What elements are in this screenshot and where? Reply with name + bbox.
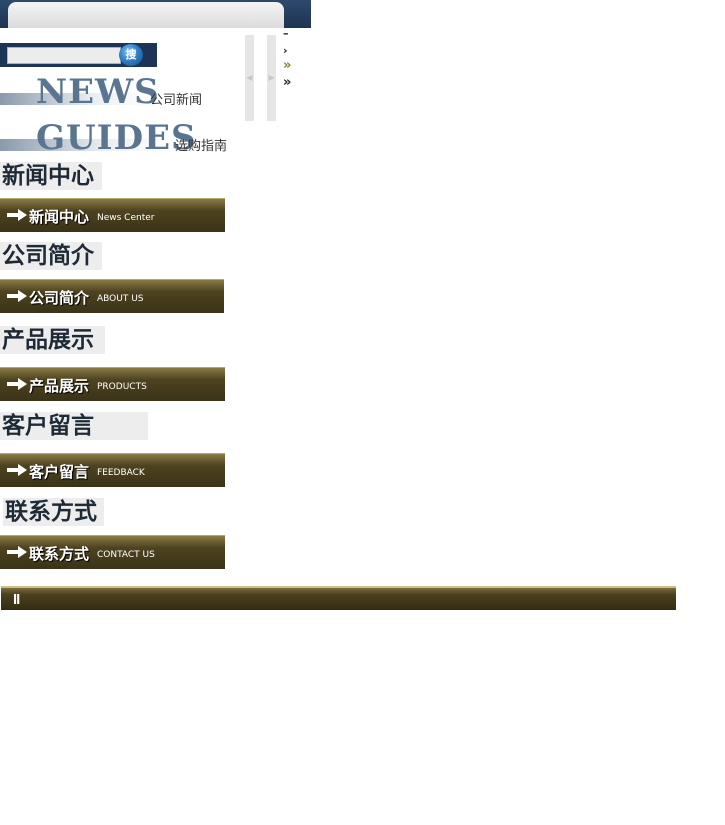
guides-heading-subtitle[interactable]: 选购指南 <box>175 135 227 154</box>
section-bar-label: 客户留言 <box>29 463 90 481</box>
side-link-2[interactable]: › <box>283 44 288 57</box>
section-title-about-us: 公司简介 <box>0 242 102 270</box>
section-bar-feedback[interactable]: 客户留言 FEEDBACK <box>0 453 225 487</box>
news-heading-word: NEWS <box>36 72 160 112</box>
news-heading-subtitle[interactable]: 公司新闻 <box>150 89 202 108</box>
section-bar-news-center[interactable]: 新闻中心 News Center <box>0 198 225 232</box>
section-title-contact-us: 联系方式 <box>3 498 104 526</box>
section-bar-contact-us[interactable]: 联系方式 CONTACT US <box>0 535 225 569</box>
guides-heading-word: GUIDES <box>36 118 197 158</box>
footer-bar <box>1 586 676 610</box>
top-navigation-tab[interactable] <box>8 2 284 28</box>
section-bar-label: 新闻中心 <box>29 208 90 226</box>
chevron-left-icon: ◀ <box>246 73 253 82</box>
arrow-right-icon <box>7 464 27 476</box>
footer-mark: ǁ <box>13 592 21 605</box>
section-bar-label: 公司简介 <box>29 289 90 307</box>
section-bar-label: 联系方式 <box>29 545 90 563</box>
side-link-1[interactable]: – <box>283 27 289 40</box>
arrow-right-icon <box>7 290 27 302</box>
section-title-feedback: 客户留言 <box>0 412 148 440</box>
scroll-left-button[interactable]: ◀ <box>245 35 254 121</box>
scroll-right-button[interactable]: ▶ <box>267 35 276 121</box>
section-title-products: 产品展示 <box>0 326 105 354</box>
section-bar-sublabel: PRODUCTS <box>97 382 147 392</box>
arrow-right-icon <box>7 546 27 558</box>
search-button[interactable]: 搜 <box>119 44 143 66</box>
section-bar-sublabel: ABOUT US <box>97 294 144 304</box>
section-bar-sublabel: FEEDBACK <box>97 468 145 478</box>
section-title-news-center: 新闻中心 <box>0 162 102 190</box>
side-link-4[interactable]: » <box>283 75 291 90</box>
chevron-right-icon: ▶ <box>268 73 275 82</box>
arrow-right-icon <box>7 378 27 390</box>
section-bar-products[interactable]: 产品展示 PRODUCTS <box>0 367 225 401</box>
section-bar-sublabel: CONTACT US <box>97 550 155 560</box>
search-input[interactable] <box>7 47 121 64</box>
side-link-3[interactable]: » <box>283 58 291 73</box>
section-bar-about-us[interactable]: 公司简介 ABOUT US <box>0 279 224 313</box>
section-bar-sublabel: News Center <box>97 213 155 223</box>
section-bar-label: 产品展示 <box>29 377 90 395</box>
arrow-right-icon <box>7 209 27 221</box>
